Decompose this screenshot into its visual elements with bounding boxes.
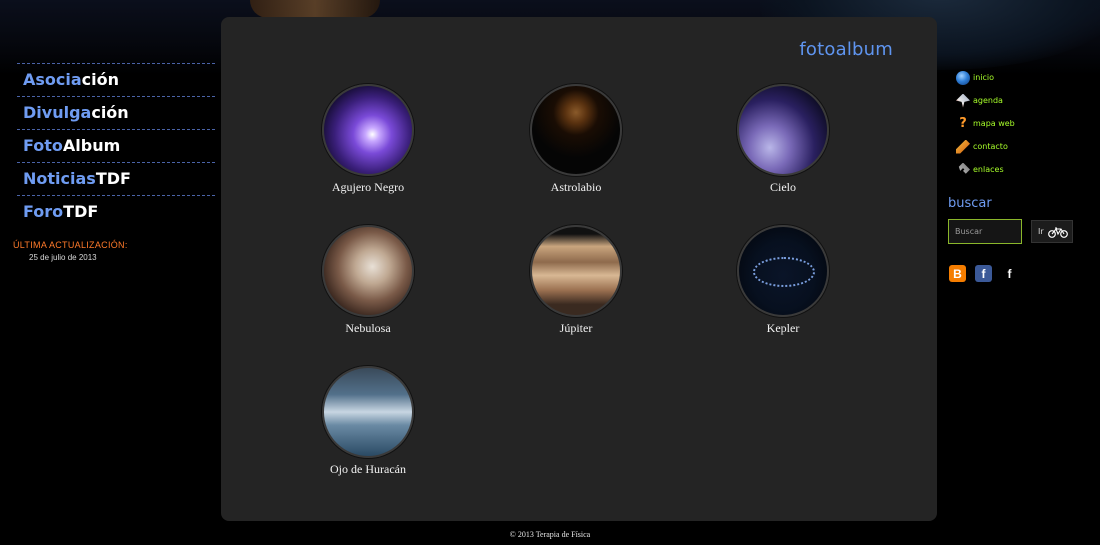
gallery-caption[interactable]: Ojo de Huracán: [293, 462, 443, 477]
globe-icon: [956, 70, 970, 85]
gallery-item-agujero-negro[interactable]: Agujero Negro: [293, 84, 443, 195]
search-input[interactable]: [948, 219, 1022, 244]
social-links: B f f: [949, 265, 1018, 282]
thumbnail-image[interactable]: [322, 225, 414, 317]
main-panel: fotoalbum Agujero Negro Astrolabio Cielo…: [221, 17, 937, 521]
gallery-caption[interactable]: Kepler: [708, 321, 858, 336]
blogger-icon[interactable]: B: [949, 265, 966, 282]
page-title: fotoalbum: [799, 39, 893, 60]
pencil-icon: [956, 139, 970, 154]
thumbnail-image[interactable]: [530, 84, 622, 176]
facebook-icon[interactable]: f: [975, 265, 992, 282]
nav-item-divulgacion[interactable]: Divulgación: [17, 96, 215, 129]
thumbnail-image[interactable]: [737, 225, 829, 317]
gallery-item-jupiter[interactable]: Júpiter: [501, 225, 651, 336]
gallery-caption[interactable]: Júpiter: [501, 321, 651, 336]
gallery-item-nebulosa[interactable]: Nebulosa: [293, 225, 443, 336]
gallery-caption[interactable]: Astrolabio: [501, 180, 651, 195]
search-button[interactable]: Ir: [1031, 220, 1073, 243]
bicycle-icon: [1047, 226, 1068, 238]
gallery-item-astrolabio[interactable]: Astrolabio: [501, 84, 651, 195]
gallery-caption[interactable]: Agujero Negro: [293, 180, 443, 195]
last-update-label: ÚLTIMA ACTUALIZACIÓN:: [13, 240, 128, 250]
thumbnail-image[interactable]: [530, 225, 622, 317]
gallery-item-ojo-de-huracan[interactable]: Ojo de Huracán: [293, 366, 443, 477]
gallery-caption[interactable]: Cielo: [708, 180, 858, 195]
link-icon: [958, 162, 970, 174]
question-icon: ?: [959, 115, 967, 131]
right-nav: inicio agenda ? mapa web contacto enlace…: [956, 66, 1056, 181]
facebook-plain-icon[interactable]: f: [1001, 265, 1018, 282]
nav-item-noticiastdf[interactable]: NoticiasTDF: [17, 162, 215, 195]
nav-item-fotoalbum[interactable]: FotoAlbum: [17, 129, 215, 162]
header-decoration: [250, 0, 380, 18]
gallery-caption[interactable]: Nebulosa: [293, 321, 443, 336]
gallery-item-cielo[interactable]: Cielo: [708, 84, 858, 195]
left-nav: Asociación Divulgación FotoAlbum Noticia…: [17, 63, 215, 228]
nav-item-forotdf[interactable]: ForoTDF: [17, 195, 215, 228]
last-update-date: 25 de julio de 2013: [29, 253, 97, 262]
right-nav-item-contacto[interactable]: contacto: [956, 135, 1056, 158]
right-nav-item-agenda[interactable]: agenda: [956, 89, 1056, 112]
last-update: ÚLTIMA ACTUALIZACIÓN: 25 de julio de 201…: [13, 240, 128, 262]
gallery-item-kepler[interactable]: Kepler: [708, 225, 858, 336]
thumbnail-image[interactable]: [322, 84, 414, 176]
right-nav-item-enlaces[interactable]: enlaces: [956, 158, 1056, 181]
thumbnail-image[interactable]: [737, 84, 829, 176]
right-nav-item-inicio[interactable]: inicio: [956, 66, 1056, 89]
orbit-decoration: [753, 257, 815, 287]
nav-item-asociacion[interactable]: Asociación: [17, 63, 215, 96]
thumbnail-image[interactable]: [322, 366, 414, 458]
search-title: buscar: [948, 196, 992, 211]
rocket-icon: [956, 93, 970, 108]
right-nav-item-mapa-web[interactable]: ? mapa web: [956, 112, 1056, 135]
footer-copyright: © 2013 Terapia de Física: [509, 530, 591, 539]
